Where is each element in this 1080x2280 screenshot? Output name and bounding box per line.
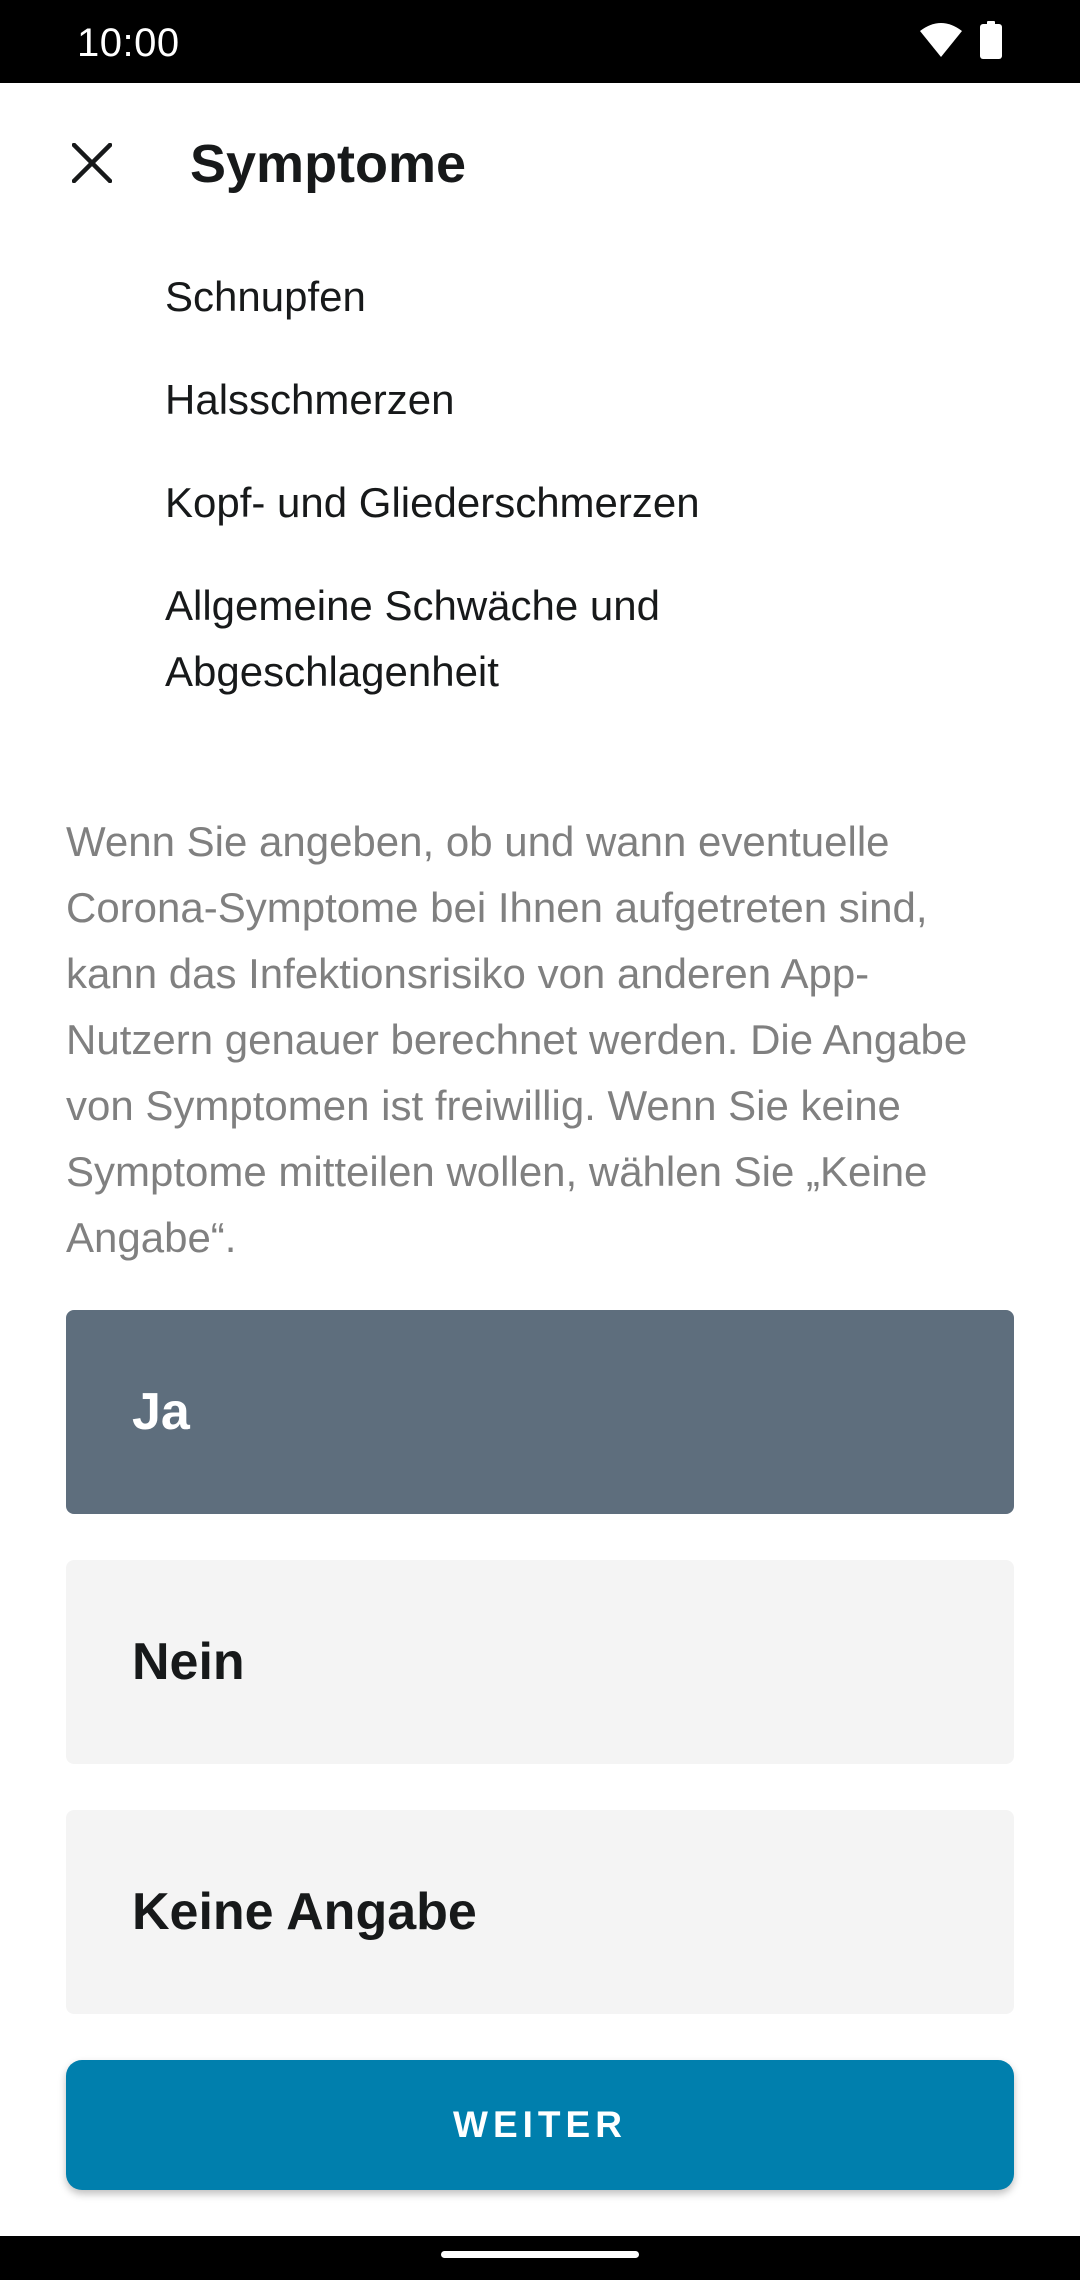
continue-button-label: WEITER [453,2104,627,2145]
option-yes-label: Ja [132,1383,190,1441]
symptom-item: Halsschmerzen [165,376,455,423]
option-no-label: Nein [132,1633,245,1691]
symptom-list: Schnupfen Halsschmerzen Kopf- und Gliede… [165,264,925,742]
page-title: Symptome [190,134,467,194]
battery-icon [980,20,1002,64]
close-icon [70,141,114,188]
option-yes[interactable]: Ja [66,1310,1014,1514]
symptom-item: Kopf- und Gliederschmerzen [165,479,700,526]
home-handle[interactable] [441,2251,639,2258]
status-icons [920,20,1002,64]
navigation-bar [0,2236,1080,2280]
close-button[interactable] [52,125,132,205]
symptom-item: Allgemeine Schwäche und Abgeschlagenheit [165,582,660,695]
status-time: 10:00 [77,21,180,65]
option-no-answer[interactable]: Keine Angabe [66,1810,1014,2014]
symptom-item: Schnupfen [165,273,366,320]
info-text: Wenn Sie angeben, ob und wann eventuelle… [66,818,968,1261]
continue-button[interactable]: WEITER [66,2060,1014,2190]
wifi-icon [920,22,962,62]
app-bar: Symptome [0,83,1080,243]
option-no-answer-label: Keine Angabe [132,1883,477,1941]
option-no[interactable]: Nein [66,1560,1014,1764]
status-bar: 10:00 [0,0,1080,83]
